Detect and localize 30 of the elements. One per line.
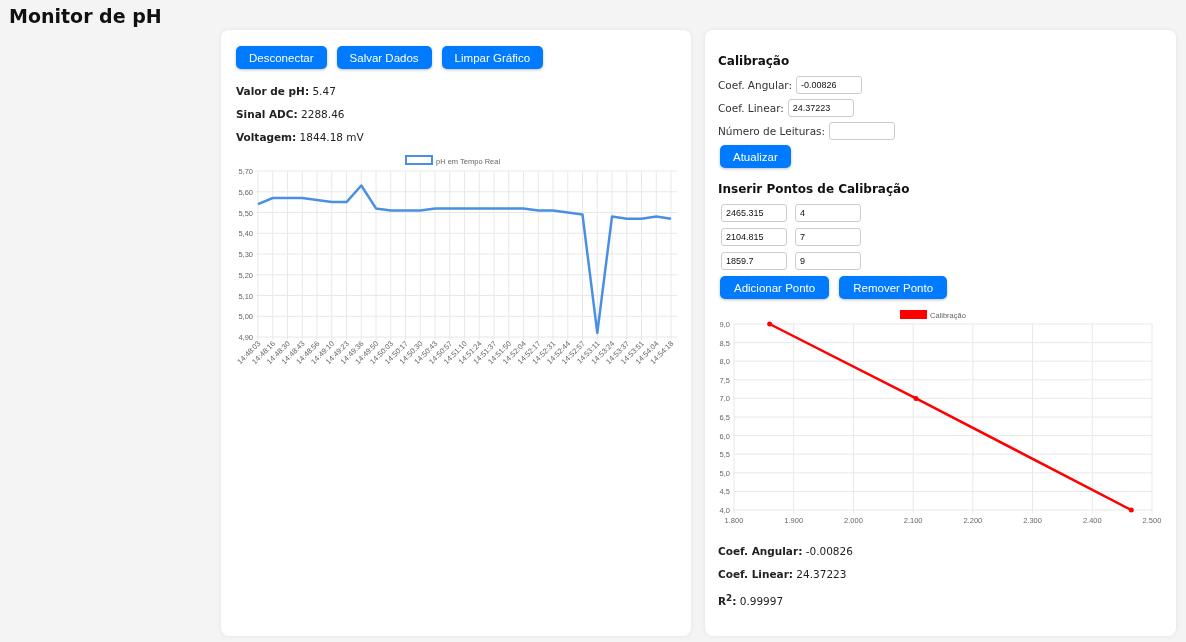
ph-input[interactable]: 7	[795, 228, 861, 246]
adc-input[interactable]: 2104.815	[721, 228, 787, 246]
result-text: Coef. Angular: -0.00826	[718, 545, 854, 557]
action-button[interactable]: Limpar Gráfico	[441, 46, 544, 69]
adc-input[interactable]: 2465.315	[721, 204, 787, 222]
section-title: Inserir Pontos de Calibração	[718, 182, 911, 196]
field-label: Coef. Linear:	[718, 102, 784, 114]
data-point	[913, 395, 919, 401]
ph-input[interactable]: 9	[795, 252, 861, 270]
section-title: Calibração	[718, 54, 791, 68]
data-point	[767, 321, 773, 327]
action-button[interactable]: Salvar Dados	[336, 46, 432, 69]
update-button[interactable]: Atualizar	[720, 145, 791, 168]
ph-input[interactable]: 4	[795, 204, 861, 222]
field-label: Coef. Angular:	[718, 79, 792, 91]
page-title: Monitor de pH	[8, 4, 163, 29]
input-field[interactable]: -0.00826	[796, 76, 862, 94]
reading-text: Sinal ADC: 2288.46	[236, 108, 346, 120]
result-text: R$^{2}$: 0.99997	[718, 591, 785, 607]
input-field[interactable]: 24.37223	[787, 99, 854, 117]
reading-text: Voltagem: 1844.18 mV	[236, 131, 365, 143]
adc-input[interactable]: 1859.7	[721, 252, 787, 270]
action-button[interactable]: Remover Ponto	[839, 276, 948, 299]
result-text: Coef. Linear: 24.37223	[718, 568, 848, 580]
data-point	[1128, 507, 1134, 513]
action-button[interactable]: Adicionar Ponto	[720, 276, 830, 299]
reading-text: Valor de pH: 5.47	[236, 85, 337, 97]
input-field[interactable]	[829, 122, 896, 140]
field-label: Número de Leituras:	[718, 125, 826, 137]
action-button[interactable]: Desconectar	[236, 46, 327, 69]
